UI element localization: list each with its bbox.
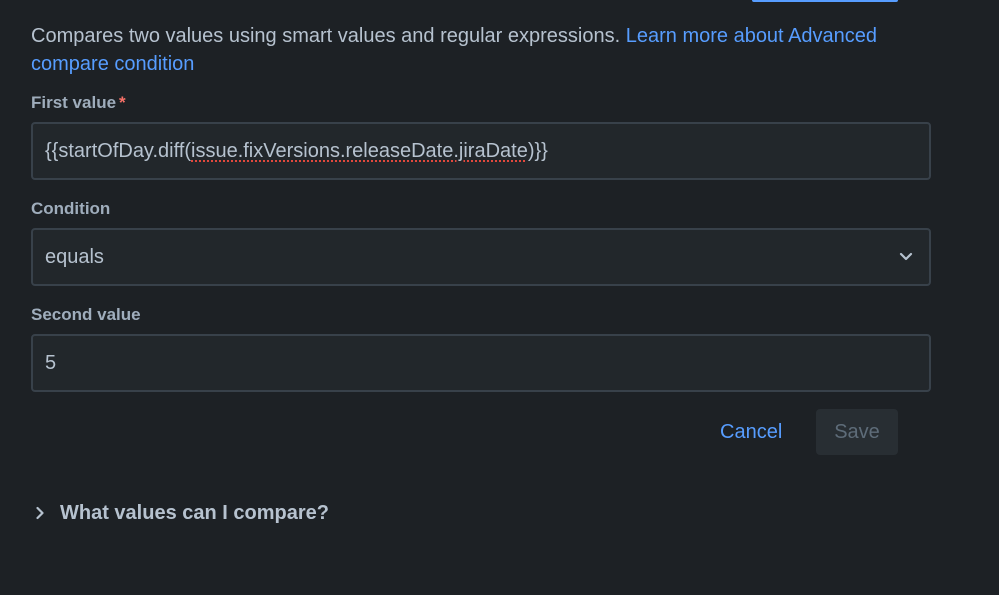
chevron-down-icon (897, 248, 915, 266)
help-expander-label: What values can I compare? (60, 501, 329, 524)
condition-label: Condition (31, 196, 931, 222)
first-value-label: First value * (31, 90, 931, 116)
second-value-label-text: Second value (31, 305, 141, 324)
first-value-prefix: {{startOfDay.diff( (45, 139, 191, 162)
description: Compares two values using smart values a… (31, 22, 931, 78)
condition-label-text: Condition (31, 199, 111, 218)
description-text: Compares two values using smart values a… (31, 25, 626, 47)
second-value-text: 5 (45, 351, 57, 374)
save-button[interactable]: Save (816, 409, 898, 455)
condition-selected-value: equals (45, 245, 104, 268)
first-value-spellcheck-segment: issue.fixVersions.releaseDate.jiraDate (191, 139, 528, 162)
compare-condition-form: Compares two values using smart values a… (31, 22, 931, 392)
condition-select[interactable]: equals (31, 228, 931, 286)
first-value-input[interactable]: {{startOfDay.diff(issue.fixVersions.rele… (31, 122, 931, 180)
first-value-text: {{startOfDay.diff(issue.fixVersions.rele… (45, 140, 548, 163)
first-value-suffix: )}} (527, 139, 548, 162)
required-asterisk: * (119, 93, 126, 112)
second-value-input[interactable]: 5 (31, 334, 931, 392)
form-actions: Cancel Save (716, 408, 898, 456)
second-value-label: Second value (31, 302, 931, 328)
first-value-label-text: First value (31, 93, 117, 112)
help-expander[interactable]: What values can I compare? (35, 498, 329, 528)
cancel-button[interactable]: Cancel (716, 413, 786, 452)
chevron-right-icon (35, 506, 49, 520)
top-tab-indicator (752, 0, 898, 2)
